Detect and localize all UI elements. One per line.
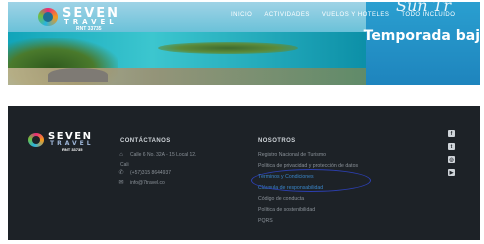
facebook-icon[interactable]: f: [448, 130, 455, 137]
logo-subtitle: TRAVEL: [64, 18, 118, 26]
top-navbar: SEVEN TRAVEL RNT 33735 INICIO ACTIVIDADE…: [8, 2, 480, 32]
brand-logo[interactable]: SEVEN TRAVEL RNT 33735: [38, 5, 124, 32]
footer-logo-swirl-icon: [28, 133, 44, 147]
nav-item-inicio[interactable]: INICIO: [231, 12, 252, 18]
about-title: NOSOTROS: [258, 138, 296, 144]
hero-banner: Sun Tr Temporada baj SEVEN TRAVEL RNT 33…: [8, 2, 480, 85]
nav-menu: INICIO ACTIVIDADES VUELOS Y HOTELES TODO…: [231, 12, 455, 18]
contact-address: ⌂ Calle 6 No. 32A - 15 Local 12.: [118, 152, 196, 158]
footer-logo-rnt: RNT 33735: [62, 147, 83, 152]
link-registro-nacional[interactable]: Registro Nacional de Turismo: [258, 150, 358, 161]
site-footer: SEVEN TRAVEL RNT 33735 CONTÁCTANOS ⌂ Cal…: [8, 106, 480, 240]
nav-item-actividades[interactable]: ACTIVIDADES: [264, 12, 310, 18]
logo-rnt: RNT 33735: [76, 26, 102, 32]
twitter-icon[interactable]: t: [448, 143, 455, 150]
contact-address-text: Calle 6 No. 32A - 15 Local 12.: [130, 152, 197, 158]
contact-email[interactable]: ✉ info@7travel.co: [118, 180, 165, 186]
footer-logo[interactable]: SEVEN TRAVEL RNT 33735: [28, 131, 114, 153]
footer-logo-subtitle: TRAVEL: [50, 140, 94, 147]
nav-item-todo-incluido[interactable]: TODO INCLUIDO: [401, 12, 455, 18]
contact-phone-text: (+57)315 8644937: [130, 170, 172, 176]
instagram-icon[interactable]: ◎: [448, 156, 455, 163]
island-image: [158, 42, 298, 54]
contact-phone[interactable]: ✆ (+57)315 8644937: [118, 170, 171, 176]
logo-swirl-icon: [38, 8, 58, 26]
rock-image: [48, 68, 108, 82]
youtube-icon[interactable]: ▶: [448, 169, 455, 176]
phone-icon: ✆: [118, 170, 124, 176]
contact-title: CONTÁCTANOS: [120, 138, 171, 144]
contact-email-text: info@7travel.co: [130, 180, 165, 186]
link-pqrs[interactable]: PQRS: [258, 216, 358, 227]
location-icon: ⌂: [119, 152, 123, 158]
email-icon: ✉: [118, 180, 124, 186]
social-links: f t ◎ ▶: [448, 130, 455, 176]
link-codigo-conducta[interactable]: Código de conducta: [258, 194, 358, 205]
nav-item-vuelos-hoteles[interactable]: VUELOS Y HOTELES: [322, 12, 389, 18]
contact-address-cont: Cali: [120, 162, 129, 168]
link-politica-sostenibilidad[interactable]: Política de sostenibilidad: [258, 205, 358, 216]
annotation-circle: [251, 169, 371, 192]
